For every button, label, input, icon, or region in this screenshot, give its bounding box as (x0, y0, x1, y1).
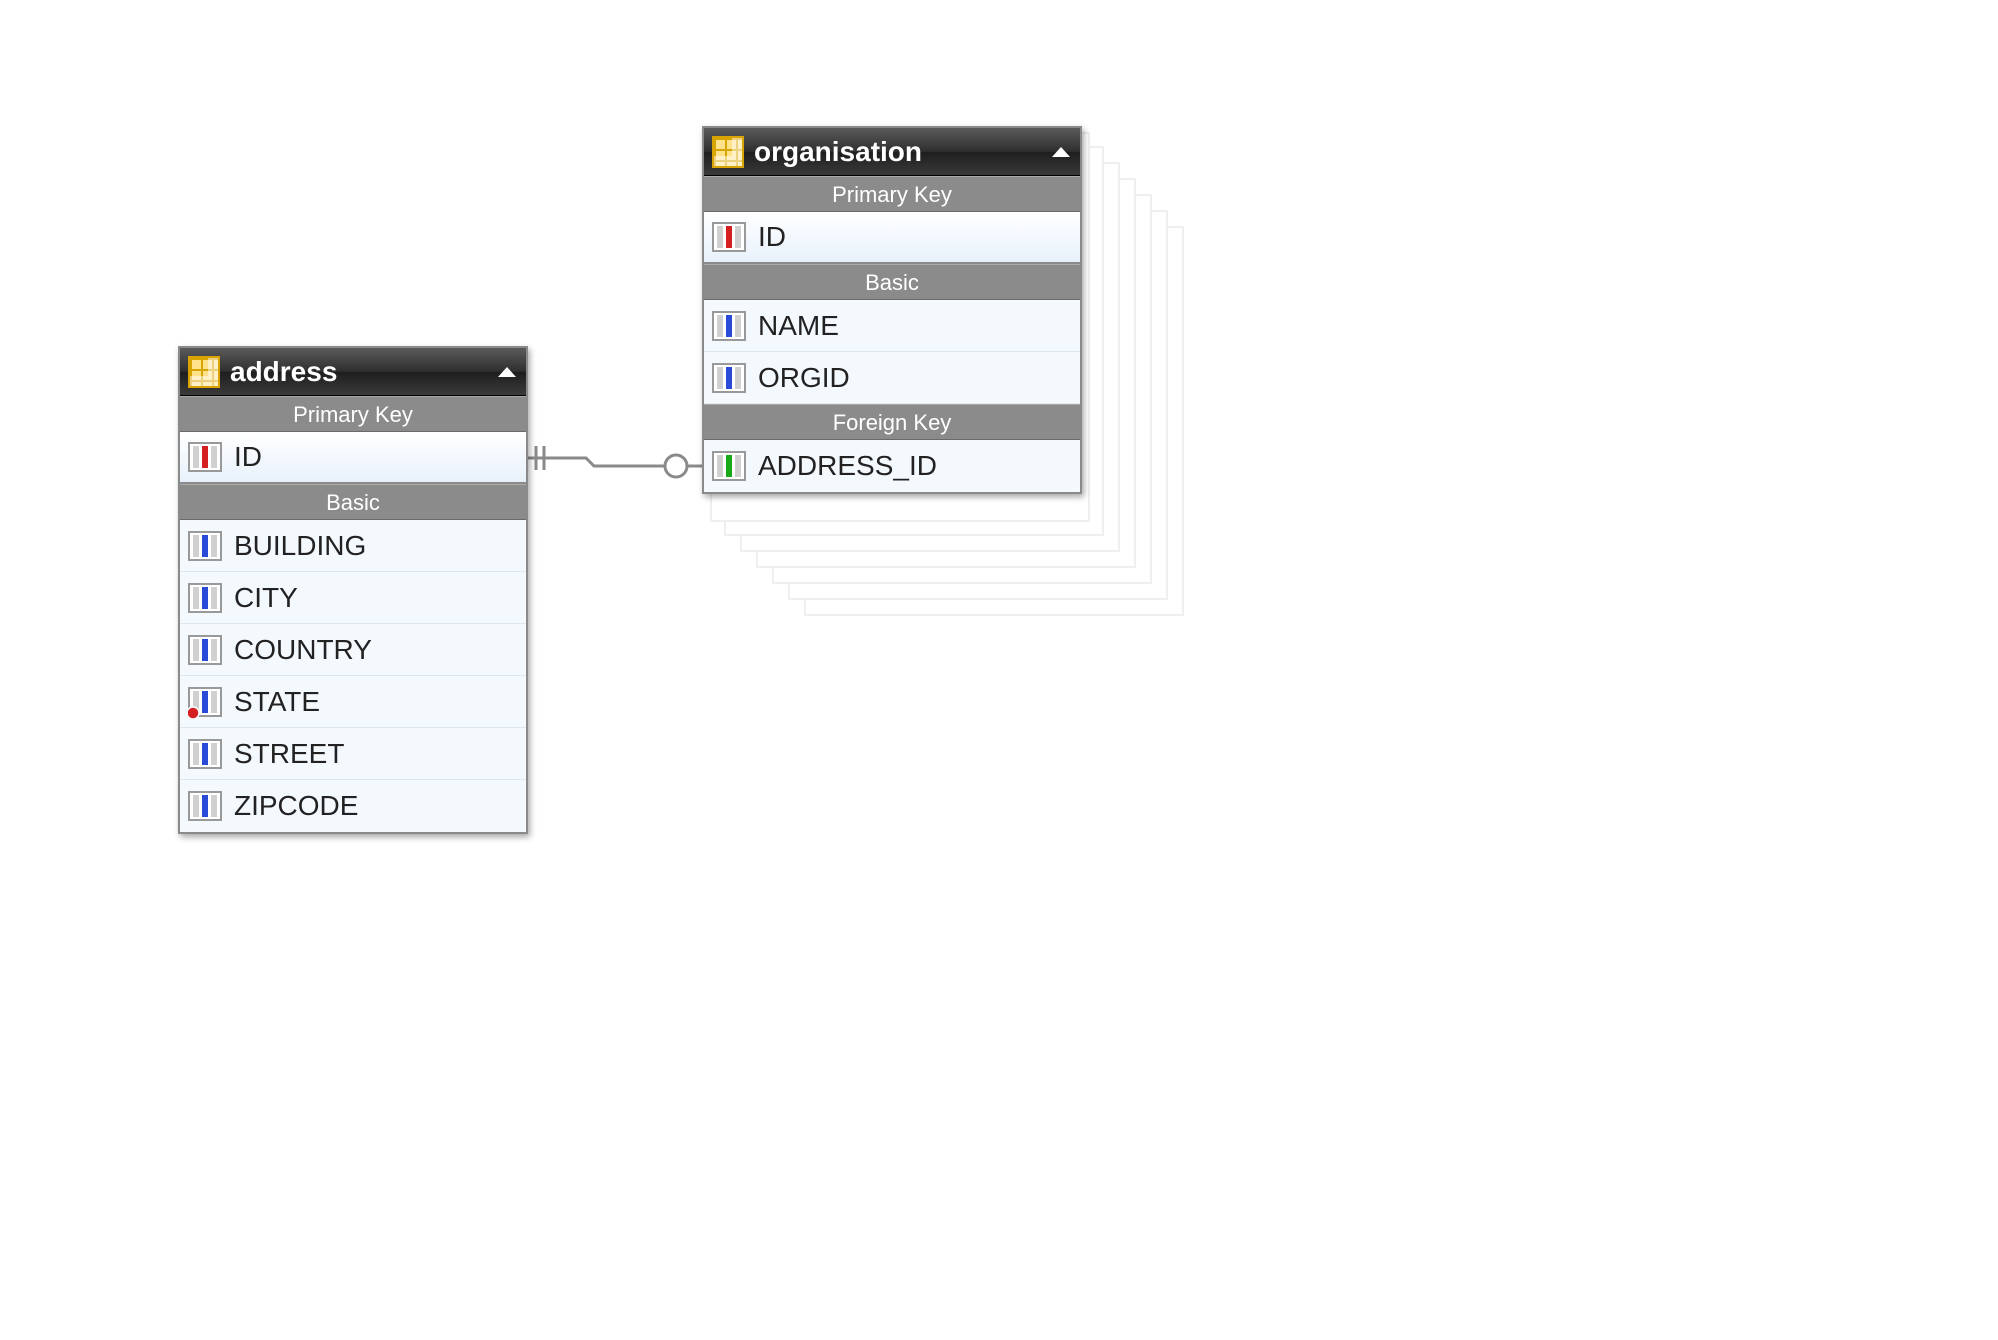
column-icon (188, 737, 222, 771)
column-row[interactable]: CITY (180, 572, 526, 624)
entity-address-header[interactable]: address (180, 348, 526, 396)
section-foreign-key: Foreign Key (704, 404, 1080, 440)
column-name: NAME (758, 310, 839, 342)
column-icon (188, 789, 222, 823)
column-name: ID (234, 441, 262, 473)
collapse-icon[interactable] (1052, 147, 1070, 157)
column-icon (188, 633, 222, 667)
column-row[interactable]: ADDRESS_ID (704, 440, 1080, 492)
column-pk-icon (188, 440, 222, 474)
column-icon (188, 581, 222, 615)
section-primary-key: Primary Key (180, 396, 526, 432)
column-row[interactable]: STREET (180, 728, 526, 780)
column-name: BUILDING (234, 530, 366, 562)
entity-organisation-title: organisation (744, 136, 1052, 168)
column-name: COUNTRY (234, 634, 372, 666)
column-icon (188, 529, 222, 563)
relation-address-organisation (526, 440, 706, 480)
entity-organisation-header[interactable]: organisation (704, 128, 1080, 176)
column-icon (712, 309, 746, 343)
column-name: ID (758, 221, 786, 253)
column-pk-icon (712, 220, 746, 254)
column-name: STATE (234, 686, 320, 718)
table-icon (188, 356, 220, 388)
column-row[interactable]: BUILDING (180, 520, 526, 572)
collapse-icon[interactable] (498, 367, 516, 377)
column-row[interactable]: ORGID (704, 352, 1080, 404)
column-fk-icon (712, 449, 746, 483)
column-row[interactable]: STATE (180, 676, 526, 728)
entity-address-title: address (220, 356, 498, 388)
column-row[interactable]: COUNTRY (180, 624, 526, 676)
entity-address[interactable]: address Primary Key ID Basic BUILDING (178, 346, 528, 834)
section-basic: Basic (180, 484, 526, 520)
column-row[interactable]: NAME (704, 300, 1080, 352)
column-name: CITY (234, 582, 298, 614)
entity-organisation[interactable]: organisation Primary Key ID Basic NAME (702, 126, 1082, 494)
section-primary-key: Primary Key (704, 176, 1080, 212)
column-name: ZIPCODE (234, 790, 358, 822)
column-row[interactable]: ID (704, 212, 1080, 264)
er-diagram-canvas[interactable]: address Primary Key ID Basic BUILDING (0, 0, 1998, 1340)
column-name: ADDRESS_ID (758, 450, 937, 482)
column-icon (712, 361, 746, 395)
section-basic: Basic (704, 264, 1080, 300)
column-warning-icon (188, 685, 222, 719)
column-name: STREET (234, 738, 344, 770)
column-row[interactable]: ZIPCODE (180, 780, 526, 832)
column-name: ORGID (758, 362, 850, 394)
table-icon (712, 136, 744, 168)
column-row[interactable]: ID (180, 432, 526, 484)
